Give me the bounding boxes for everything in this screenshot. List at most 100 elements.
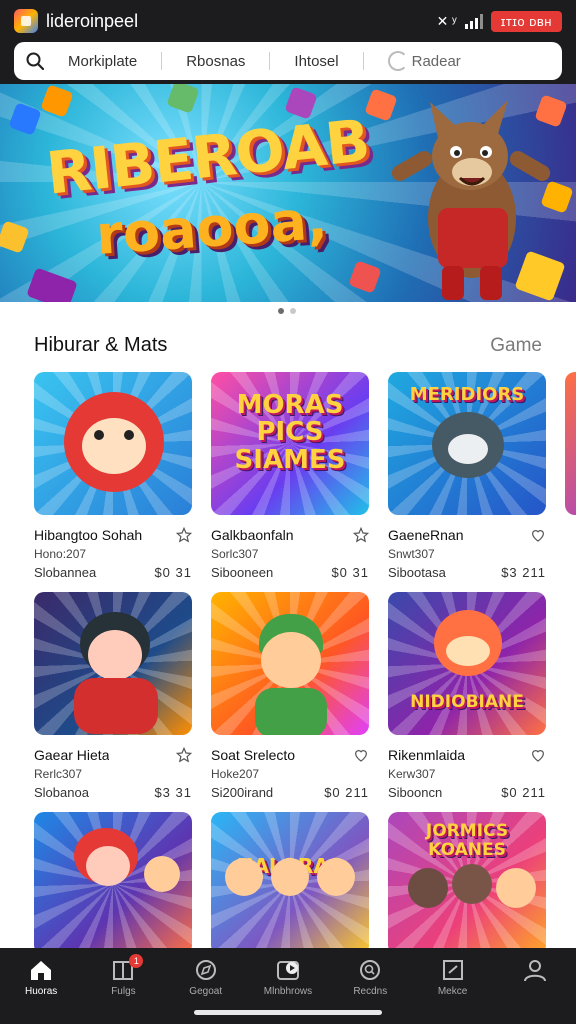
nav-label: Fulgs xyxy=(111,986,136,997)
section-link[interactable]: Game xyxy=(490,335,542,357)
app-name: lideroinpeel xyxy=(46,10,139,31)
radar-label: Radear xyxy=(411,52,461,70)
game-tag: Sibootasa xyxy=(388,565,446,580)
game-title: Galkbaonfaln xyxy=(211,527,294,543)
game-row: NALORAS CELEINS JORMICS KOANES xyxy=(34,812,576,948)
search-chip[interactable]: Ihtosel xyxy=(282,53,350,70)
game-card[interactable]: Hibangtoo Sohah Hono:207 Slobannea $0 31 xyxy=(34,372,192,592)
game-card[interactable]: JORMICS KOANES xyxy=(388,812,546,948)
game-thumb-text: NIDIOBIANE xyxy=(410,692,524,712)
edit-icon xyxy=(442,960,463,980)
signal-icon xyxy=(464,13,483,29)
nav-item-edit[interactable]: Mekce xyxy=(411,948,493,1024)
game-thumbnail[interactable] xyxy=(211,592,369,735)
game-meta: Hoke207 xyxy=(211,767,260,781)
status-glyphs: ✕ ʸ xyxy=(436,12,457,29)
chip-divider xyxy=(269,52,271,70)
game-card[interactable]: NIDIOBIANE Rikenmlaida Kerw307 Sibooncn $… xyxy=(388,592,546,812)
radar-chip[interactable]: Radear xyxy=(376,51,473,71)
status-time: ɪᴛɪᴏ ᴅʙʜ xyxy=(490,10,562,32)
heart-icon[interactable] xyxy=(530,527,546,543)
star-icon[interactable] xyxy=(353,527,369,543)
search-bar[interactable]: Morkiplate Rbosnas Ihtosel Radear xyxy=(14,42,562,80)
chip-divider xyxy=(161,52,163,70)
game-card[interactable]: NALORAS CELEINS xyxy=(211,812,369,948)
game-tag: Sibooncn xyxy=(388,785,443,800)
play-icon xyxy=(276,961,299,980)
game-thumbnail[interactable] xyxy=(34,372,192,515)
search-area: Morkiplate Rbosnas Ihtosel Radear xyxy=(0,42,576,84)
app-logo-icon xyxy=(14,9,38,33)
game-thumbnail[interactable] xyxy=(34,812,192,948)
game-thumbnail[interactable] xyxy=(565,372,576,515)
game-price: $0 31 xyxy=(154,565,192,580)
nav-label: Mekce xyxy=(437,986,468,997)
nav-item-home[interactable]: Huoras xyxy=(0,948,82,1024)
status-indicators: ✕ ʸ ɪᴛɪᴏ ᴅʙʜ xyxy=(436,10,562,32)
game-meta: Sorlc307 xyxy=(211,547,259,561)
game-thumbnail[interactable]: JORMICS KOANES xyxy=(388,812,546,948)
game-tag: Slobanoa xyxy=(34,785,89,800)
game-price: $3 31 xyxy=(154,785,192,800)
game-card[interactable]: MERIDIORS GaeneRnan Snwt307 Sibootasa $3 … xyxy=(388,372,546,592)
home-icon xyxy=(31,961,52,980)
game-thumb-text: MERIDIORS xyxy=(409,384,525,405)
nav-label: Huoras xyxy=(25,986,58,997)
search-chip[interactable]: Morkiplate xyxy=(56,53,149,70)
section-header: Hiburar & Mats Game xyxy=(34,334,542,357)
game-title: Gaear Hieta xyxy=(34,747,110,763)
wolf-mascot-icon xyxy=(391,100,551,300)
search-icon xyxy=(360,960,381,980)
game-thumbnail[interactable] xyxy=(34,592,192,735)
game-card[interactable] xyxy=(34,812,192,948)
section-title: Hiburar & Mats xyxy=(34,334,168,356)
star-icon[interactable] xyxy=(176,527,192,543)
game-row: Hibangtoo Sohah Hono:207 Slobannea $0 31 … xyxy=(34,372,576,592)
chip-divider xyxy=(362,52,364,70)
game-meta: Kerw307 xyxy=(388,767,436,781)
game-thumb-text: MORAS PICS SIAMES xyxy=(234,390,346,475)
game-title: Rikenmlaida xyxy=(388,747,466,763)
game-thumbnail[interactable]: NIDIOBIANE xyxy=(388,592,546,735)
game-meta: Snwt307 xyxy=(388,547,435,561)
star-icon[interactable] xyxy=(176,747,192,763)
game-tag: Sibooneen xyxy=(211,565,274,580)
game-price: $0 211 xyxy=(324,785,369,800)
game-row: Gaear Hieta Rerlc307 Slobanoa $3 31 Soat … xyxy=(34,592,576,812)
nav-item-profile[interactable] xyxy=(494,948,576,1024)
compass-icon xyxy=(195,960,216,980)
game-price: $0 31 xyxy=(331,565,369,580)
nav-label: Gegoat xyxy=(189,986,223,997)
nav-item-grid[interactable]: 1 Fulgs xyxy=(82,948,164,1024)
hero-banner[interactable]: RIBEROAB roaooa, xyxy=(0,84,576,302)
carousel-dots[interactable] xyxy=(278,308,296,314)
carousel-dot[interactable] xyxy=(278,308,284,314)
game-card[interactable]: Gaear Hieta Rerlc307 Slobanoa $3 31 xyxy=(34,592,192,812)
notification-badge: 1 xyxy=(129,954,144,968)
heart-icon[interactable] xyxy=(353,747,369,763)
game-tag: Slobannea xyxy=(34,565,97,580)
game-price: $0 211 xyxy=(501,785,546,800)
search-icon[interactable] xyxy=(26,52,44,70)
game-thumbnail[interactable]: MORAS PICS SIAMES xyxy=(211,372,369,515)
game-price: $3 211 xyxy=(501,565,546,580)
search-chip[interactable]: Rbosnas xyxy=(174,53,257,70)
content-panel: Hiburar & Mats Game Hibangtoo Sohah Hono… xyxy=(0,302,576,948)
game-card-peek[interactable] xyxy=(565,372,576,592)
game-meta: Rerlc307 xyxy=(34,767,83,781)
game-card[interactable]: MORAS PICS SIAMES Galkbaonfaln Sorlc307 … xyxy=(211,372,369,592)
nav-label: Mlnbhrows xyxy=(263,986,313,997)
game-thumbnail[interactable]: NALORAS CELEINS xyxy=(211,812,369,948)
game-meta: Hono:207 xyxy=(34,547,87,561)
game-thumbnail[interactable]: MERIDIORS xyxy=(388,372,546,515)
game-title: GaeneRnan xyxy=(388,527,464,543)
profile-icon xyxy=(523,960,546,982)
carousel-dot[interactable] xyxy=(290,308,296,314)
game-tag: Si200irand xyxy=(211,785,274,800)
game-card[interactable]: Soat Srelecto Hoke207 Si200irand $0 211 xyxy=(211,592,369,812)
heart-icon[interactable] xyxy=(530,747,546,763)
game-grid: Hibangtoo Sohah Hono:207 Slobannea $0 31 … xyxy=(34,372,576,948)
home-indicator[interactable] xyxy=(194,1010,382,1015)
nav-label: Recdns xyxy=(353,986,388,997)
status-bar: lideroinpeel ✕ ʸ ɪᴛɪᴏ ᴅʙʜ xyxy=(0,0,576,42)
